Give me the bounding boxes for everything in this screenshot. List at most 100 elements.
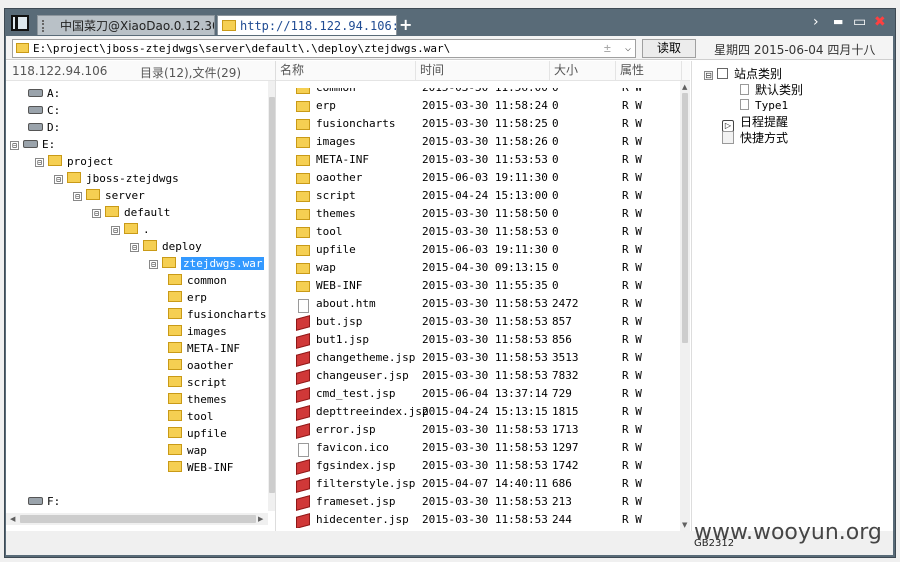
folder-icon: [16, 43, 29, 53]
file-row[interactable]: error.jsp 2015-03-30 11:58:53 1713 R W: [276, 421, 680, 439]
tree-node[interactable]: A:: [28, 85, 60, 102]
checkbox-icon[interactable]: [717, 68, 728, 79]
tab-main-label: 中国菜刀@XiaoDao.0.12.30: [60, 19, 215, 33]
collapse-icon[interactable]: ⊟: [111, 226, 120, 235]
collapse-icon[interactable]: ⊟: [10, 141, 19, 150]
tree-node[interactable]: D:: [28, 119, 60, 136]
site-category-node[interactable]: ⊟ 站点类别: [704, 66, 782, 82]
column-name[interactable]: 名称: [276, 61, 416, 81]
file-row[interactable]: themes 2015-03-30 11:58:50 0 R W: [276, 205, 680, 223]
file-row[interactable]: common 2015-03-30 11:56:00 0 R W: [276, 88, 680, 97]
shortcuts-node[interactable]: 快捷方式: [722, 130, 788, 146]
file-row[interactable]: upfile 2015-06-03 19:11:30 0 R W: [276, 241, 680, 259]
file-row[interactable]: but.jsp 2015-03-30 11:58:53 857 R W: [276, 313, 680, 331]
file-row[interactable]: oaother 2015-06-03 19:11:30 0 R W: [276, 169, 680, 187]
scroll-left-icon[interactable]: ◀: [10, 515, 15, 523]
file-row[interactable]: hidecenter.jsp 2015-03-30 11:58:53 244 R W: [276, 511, 680, 528]
file-row[interactable]: WEB-INF 2015-03-30 11:55:35 0 R W: [276, 277, 680, 295]
tree-node[interactable]: upfile: [168, 425, 227, 442]
default-category-node[interactable]: 默认类别: [740, 82, 803, 98]
scroll-up-icon[interactable]: ▲: [682, 83, 687, 91]
tree-node[interactable]: ⊟ deploy: [130, 238, 202, 255]
tree-node[interactable]: tool: [168, 408, 214, 425]
tab-remote-host[interactable]: http://118.122.94.106:...: [217, 15, 397, 35]
schedule-node[interactable]: ▷ 日程提醒: [722, 114, 788, 132]
tree-node[interactable]: ⊟ jboss-ztejdwgs: [54, 170, 179, 187]
nav-forward-button[interactable]: ›: [813, 14, 819, 30]
collapse-icon[interactable]: ⊟: [92, 209, 101, 218]
file-attr: R W: [622, 405, 642, 418]
tree-node[interactable]: script: [168, 374, 227, 391]
collapse-icon[interactable]: ⊟: [35, 158, 44, 167]
collapse-icon[interactable]: ⊟: [130, 243, 139, 252]
collapse-icon[interactable]: ⊟: [54, 175, 63, 184]
tree-node[interactable]: themes: [168, 391, 227, 408]
tree-hscroll-thumb[interactable]: [20, 515, 256, 523]
tree-node[interactable]: F:: [28, 493, 60, 505]
file-row[interactable]: images 2015-03-30 11:58:26 0 R W: [276, 133, 680, 151]
tree-node[interactable]: ⊟ E:: [10, 136, 55, 153]
file-name: tool: [316, 225, 343, 238]
address-input[interactable]: E:\project\jboss-ztejdwgs\server\default…: [12, 39, 636, 58]
tree-node[interactable]: C:: [28, 102, 60, 119]
tree-node[interactable]: WEB-INF: [168, 459, 233, 476]
collapse-icon[interactable]: ⊟: [704, 71, 713, 80]
file-row[interactable]: fgsindex.jsp 2015-03-30 11:58:53 1742 R W: [276, 457, 680, 475]
file-row[interactable]: META-INF 2015-03-30 11:53:53 0 R W: [276, 151, 680, 169]
file-row[interactable]: wap 2015-04-30 09:13:15 0 R W: [276, 259, 680, 277]
read-button[interactable]: 读取: [642, 39, 696, 58]
file-row[interactable]: depttreeindex.jsp 2015-04-24 15:13:15 1815…: [276, 403, 680, 421]
plus-minus-icon[interactable]: ±: [604, 40, 611, 57]
tree-node[interactable]: fusioncharts: [168, 306, 266, 323]
tree-node[interactable]: common: [168, 272, 227, 289]
file-list-scrollbar[interactable]: ▲ ▼: [680, 81, 690, 531]
file-row[interactable]: changetheme.jsp 2015-03-30 11:58:53 3513 R …: [276, 349, 680, 367]
tree-node[interactable]: wap: [168, 442, 207, 459]
tree-node[interactable]: ⊟ server: [73, 187, 145, 204]
tree-horizontal-scrollbar[interactable]: ◀ ▶: [6, 513, 268, 525]
maximize-button[interactable]: ▭: [853, 14, 866, 30]
file-row[interactable]: fusioncharts 2015-03-30 11:58:25 0 R W: [276, 115, 680, 133]
tree-node[interactable]: META-INF: [168, 340, 240, 357]
close-button[interactable]: ✖: [874, 14, 886, 30]
chevron-down-icon[interactable]: ⌵: [625, 40, 631, 57]
file-row[interactable]: changeuser.jsp 2015-03-30 11:58:53 7832 R W: [276, 367, 680, 385]
app-menu-icon[interactable]: [11, 15, 29, 31]
file-row[interactable]: tool 2015-03-30 11:58:53 0 R W: [276, 223, 680, 241]
tree-node[interactable]: ⊟ default: [92, 204, 170, 221]
file-attr: R W: [622, 477, 642, 490]
jsp-file-icon: [296, 405, 310, 421]
file-row[interactable]: but1.jsp 2015-03-30 11:58:53 856 R W: [276, 331, 680, 349]
scroll-down-icon[interactable]: ▼: [682, 521, 687, 529]
tab-main[interactable]: 中国菜刀@XiaoDao.0.12.30: [37, 15, 215, 35]
collapse-icon[interactable]: ⊟: [149, 260, 158, 269]
file-list-scroll-thumb[interactable]: [682, 93, 688, 343]
file-row[interactable]: about.htm 2015-03-30 11:58:53 2472 R W: [276, 295, 680, 313]
file-row[interactable]: cmd_test.jsp 2015-06-04 13:37:14 729 R W: [276, 385, 680, 403]
scroll-right-icon[interactable]: ▶: [258, 515, 263, 523]
minimize-button[interactable]: ▬: [833, 14, 843, 30]
new-tab-button[interactable]: +: [399, 17, 412, 33]
type1-node[interactable]: Type1: [740, 98, 788, 114]
tree-node[interactable]: oaother: [168, 357, 233, 374]
tree-vertical-scrollbar[interactable]: [268, 81, 275, 511]
file-row[interactable]: frameset.jsp 2015-03-30 11:58:53 213 R W: [276, 493, 680, 511]
column-size[interactable]: 大小: [550, 61, 616, 81]
file-row[interactable]: script 2015-04-24 15:13:00 0 R W: [276, 187, 680, 205]
file-size: 0: [552, 243, 559, 256]
tree-node[interactable]: ⊟ project: [35, 153, 113, 170]
tree-node[interactable]: images: [168, 323, 227, 340]
file-size: 0: [552, 225, 559, 238]
tree-node[interactable]: ⊟.: [111, 221, 150, 238]
type1-label: Type1: [755, 99, 789, 112]
file-row[interactable]: filterstyle.jsp 2015-04-07 14:40:11 686 R W: [276, 475, 680, 493]
file-row[interactable]: favicon.ico 2015-03-30 11:58:53 1297 R W: [276, 439, 680, 457]
file-row[interactable]: erp 2015-03-30 11:58:24 0 R W: [276, 97, 680, 115]
tree-scroll-thumb[interactable]: [269, 97, 275, 493]
column-time[interactable]: 时间: [416, 61, 550, 81]
tree-node[interactable]: erp: [168, 289, 207, 306]
tree-node[interactable]: ⊟ ztejdwgs.war: [149, 255, 265, 272]
collapse-icon[interactable]: ⊟: [73, 192, 82, 201]
address-path: E:\project\jboss-ztejdwgs\server\default…: [33, 42, 451, 55]
column-attr[interactable]: 属性: [616, 61, 682, 81]
